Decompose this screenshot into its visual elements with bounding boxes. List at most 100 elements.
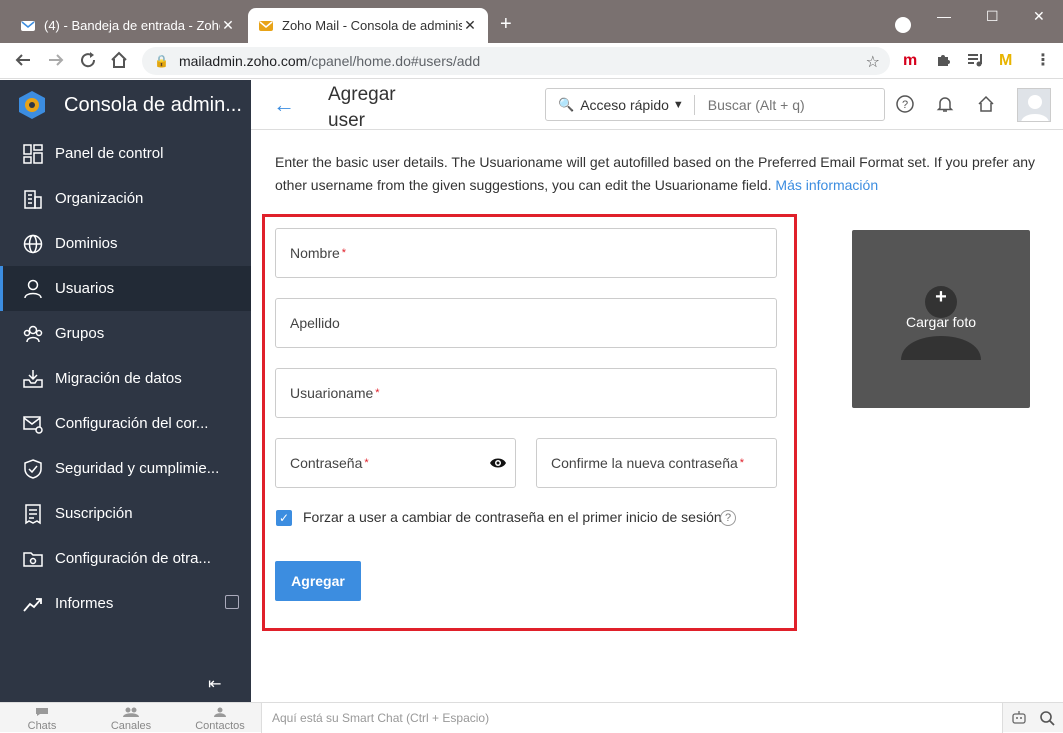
field-placeholder: Nombre: [290, 245, 340, 261]
bell-icon[interactable]: [936, 95, 954, 113]
chats-label: Chats: [27, 720, 57, 732]
media-queue-icon[interactable]: [967, 52, 985, 68]
search-icon: 🔍: [558, 96, 575, 112]
field-placeholder: Contraseña: [290, 455, 363, 471]
browser-menu-icon[interactable]: ⋮: [1035, 52, 1051, 70]
home-icon[interactable]: [110, 51, 128, 69]
group-icon: [23, 325, 43, 342]
sidebar-title: Consola de admin...: [64, 93, 242, 116]
sidebar-item-data-migration[interactable]: Migración de datos: [0, 356, 251, 401]
force-change-checkbox[interactable]: ✓: [276, 510, 292, 526]
quick-access-dropdown[interactable]: Acceso rápido: [580, 97, 669, 113]
sidebar-item-dashboard[interactable]: Panel de control: [0, 131, 251, 176]
browser-tab-label: (4) - Bandeja de entrada - Zoho M: [44, 18, 220, 33]
sidebar-item-organization[interactable]: Organización: [0, 176, 251, 221]
browser-tab-strip: (4) - Bandeja de entrada - Zoho M ✕ Zoho…: [0, 0, 1063, 43]
puzzle-icon[interactable]: [935, 52, 951, 68]
upload-photo-panel[interactable]: + Cargar foto: [852, 230, 1030, 408]
first-name-field[interactable]: Nombre *: [275, 228, 777, 278]
more-info-link[interactable]: Más información: [775, 177, 878, 193]
dashboard-icon: [23, 143, 43, 164]
maximize-icon[interactable]: ☐: [986, 8, 999, 25]
password-field[interactable]: Contraseña *: [275, 438, 516, 488]
profile-menu-icon[interactable]: [895, 17, 911, 33]
sidebar-item-security[interactable]: Seguridad y cumplimie...: [0, 446, 251, 491]
sidebar-item-label: Configuración del cor...: [55, 415, 209, 432]
sidebar-item-groups[interactable]: Grupos: [0, 311, 251, 356]
sidebar-item-label: Seguridad y cumplimie...: [55, 460, 220, 477]
avatar[interactable]: [1017, 88, 1051, 122]
window-close-icon[interactable]: ✕: [1033, 8, 1045, 25]
browser-tab-admin-console[interactable]: Zoho Mail - Consola de administ ✕: [248, 8, 488, 43]
home-icon[interactable]: [977, 95, 995, 113]
new-tab-icon[interactable]: +: [500, 14, 512, 34]
required-mark: *: [364, 457, 369, 469]
chats-button[interactable]: Chats: [0, 707, 87, 732]
close-icon[interactable]: ✕: [220, 17, 236, 34]
search-input[interactable]: [707, 96, 868, 113]
channels-button[interactable]: Canales: [86, 707, 176, 732]
bottom-bar: Chats Canales Contactos Aquí está su Sma…: [0, 702, 1063, 733]
extension-m-icon[interactable]: m: [903, 52, 917, 70]
caret-down-icon[interactable]: ▼: [673, 99, 684, 111]
zoho-mail-favicon-icon: [21, 20, 35, 31]
mail-settings-icon: [23, 415, 43, 434]
inbox-download-icon: [23, 369, 43, 388]
reload-icon[interactable]: [79, 51, 97, 69]
add-button[interactable]: Agregar: [275, 561, 361, 601]
browser-toolbar: 🔒 mailadmin.zoho.com/cpanel/home.do#user…: [0, 43, 1063, 79]
contacts-icon: [214, 707, 226, 717]
eye-icon[interactable]: [489, 456, 507, 470]
help-icon[interactable]: ?: [720, 510, 736, 526]
close-icon[interactable]: ✕: [462, 17, 478, 34]
browser-tab-label: Zoho Mail - Consola de administ: [282, 18, 462, 33]
divider: [693, 94, 695, 115]
bot-icon[interactable]: [1011, 710, 1027, 726]
required-mark: *: [341, 247, 347, 259]
collapse-sidebar-icon[interactable]: ⇤: [208, 674, 221, 694]
folder-settings-icon: [23, 551, 43, 567]
sidebar-item-subscription[interactable]: Suscripción: [0, 491, 251, 536]
help-icon[interactable]: ?: [896, 95, 914, 113]
external-link-icon[interactable]: [225, 595, 239, 609]
page-title: Agregar user: [328, 84, 396, 131]
back-arrow-icon[interactable]: ←: [273, 92, 295, 118]
sidebar-item-users[interactable]: Usuarios: [0, 266, 251, 311]
zoho-mail-favicon-icon: [259, 20, 273, 31]
confirm-password-field[interactable]: Confirme la nueva contraseña *: [536, 438, 777, 488]
extension-m-color-icon[interactable]: M: [999, 52, 1012, 70]
sidebar-item-label: Panel de control: [55, 145, 164, 162]
sidebar-item-other-settings[interactable]: Configuración de otra...: [0, 536, 251, 581]
sidebar-item-mail-settings[interactable]: Configuración del cor...: [0, 401, 251, 446]
contacts-button[interactable]: Contactos: [175, 707, 265, 732]
minimize-icon[interactable]: —: [937, 8, 951, 24]
browser-tab-inbox[interactable]: (4) - Bandeja de entrada - Zoho M ✕: [10, 8, 246, 43]
globe-icon: [23, 234, 43, 253]
smart-chat-input[interactable]: Aquí está su Smart Chat (Ctrl + Espacio): [261, 703, 1003, 733]
username-field[interactable]: Usuarioname *: [275, 368, 777, 418]
channels-icon: [123, 707, 139, 717]
receipt-icon: [25, 503, 41, 524]
sidebar-item-domains[interactable]: Dominios: [0, 221, 251, 266]
forward-icon[interactable]: [47, 51, 65, 69]
search-icon[interactable]: [1039, 710, 1055, 726]
upload-photo-label: Cargar foto: [905, 314, 977, 330]
shield-icon: [24, 458, 42, 479]
sidebar-item-label: Dominios: [55, 235, 118, 252]
url-host: mailadmin.zoho.com: [178, 53, 308, 69]
sidebar-item-label: Organización: [55, 190, 144, 207]
address-bar[interactable]: 🔒 mailadmin.zoho.com/cpanel/home.do#user…: [142, 47, 890, 75]
bookmark-star-icon[interactable]: ☆: [866, 52, 880, 72]
intro-text: Enter the basic user details. The Usuari…: [275, 151, 1055, 197]
field-placeholder: Usuarioname: [290, 385, 374, 401]
sidebar-item-reports[interactable]: Informes: [0, 581, 251, 626]
last-name-field[interactable]: Apellido: [275, 298, 777, 348]
plus-icon: +: [935, 286, 947, 308]
admin-console-logo-icon: [19, 91, 45, 119]
channels-label: Canales: [110, 720, 152, 732]
chart-trend-icon: [23, 597, 42, 612]
required-mark: *: [739, 457, 745, 469]
back-icon[interactable]: [14, 51, 32, 69]
sidebar-item-label: Configuración de otra...: [55, 550, 211, 567]
user-avatar-icon: [1021, 95, 1049, 121]
